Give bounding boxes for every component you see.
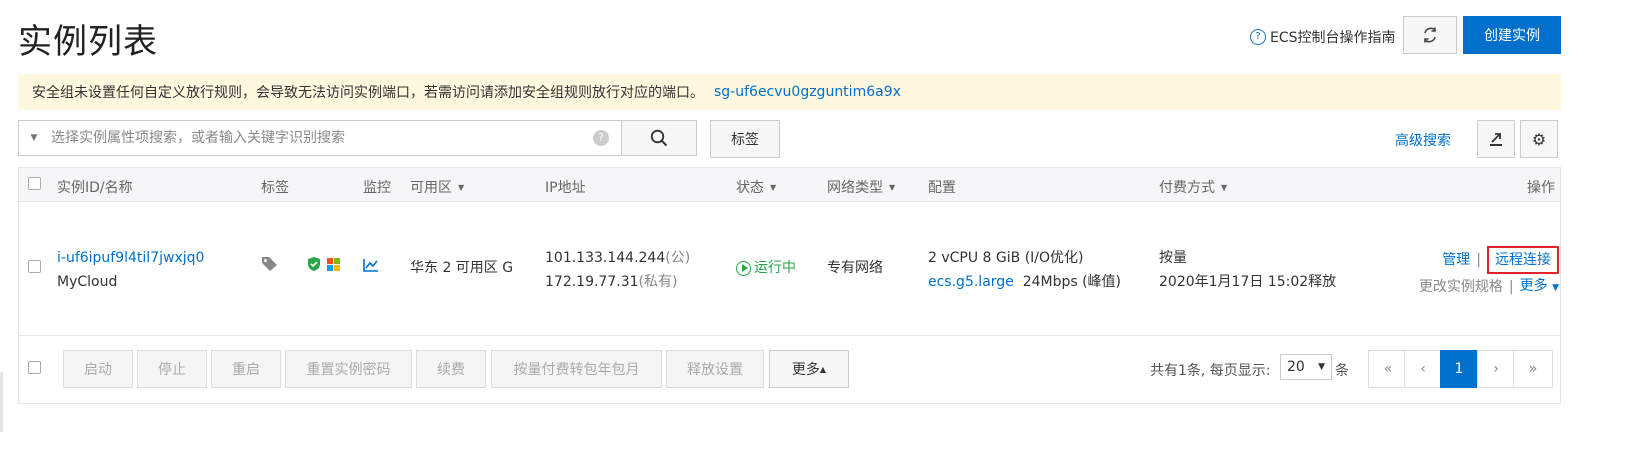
export-icon [1490,133,1502,146]
col-billing[interactable]: 付费方式 ▼ [1159,177,1227,197]
help-icon[interactable]: ? [593,130,609,146]
instance-id-link[interactable]: i-uf6ipuf9l4til7jwxjq0 [57,246,204,270]
tag-filter-button[interactable]: 标签 [710,120,780,158]
status-badge: 运行中 [736,256,796,280]
reset-password-button[interactable]: 重置实例密码 [285,350,412,388]
table-row: i-uf6ipuf9l4til7jwxjq0 MyCloud 华东 2 可用区 … [19,202,1560,336]
release-settings-button[interactable]: 释放设置 [666,350,764,388]
col-actions: 操作 [1527,180,1555,196]
remote-connect-link[interactable]: 远程连接 [1487,246,1559,274]
renew-button[interactable]: 续费 [416,350,486,388]
caret-down-icon: ▼ [1318,362,1325,372]
col-monitor: 监控 [363,180,391,196]
refresh-icon [1424,27,1436,43]
col-zone-label: 可用区 [410,180,452,196]
caret-down-icon: ▼ [1221,183,1228,192]
col-ip: IP地址 [545,180,586,196]
instance-type-link[interactable]: ecs.g5.large [928,274,1014,290]
release-time: 2020年1月17日 15:02释放 [1159,274,1337,290]
page-size-value: 20 [1287,359,1305,375]
refresh-button[interactable] [1403,16,1457,54]
col-network-label: 网络类型 [827,180,883,196]
guide-link[interactable]: ? ECS控制台操作指南 [1250,27,1396,47]
more-actions-dropdown[interactable]: 更多 ▼ [1520,274,1559,300]
caret-down-icon: ▼ [458,183,465,192]
col-zone[interactable]: 可用区 ▼ [410,177,464,197]
advanced-search-link[interactable]: 高级搜索 [1395,130,1451,150]
divider: | [1476,252,1481,268]
footer-select-all-checkbox[interactable] [28,361,41,374]
col-billing-label: 付费方式 [1159,180,1215,196]
row-checkbox[interactable] [28,260,41,273]
table-header: 实例ID/名称 标签 监控 可用区 ▼ IP地址 状态 ▼ 网络类型 ▼ 配置 付费方… [19,168,1560,202]
first-page-button[interactable]: « [1368,350,1408,388]
instance-name: MyCloud [57,274,118,290]
config-spec: 2 vCPU 8 GiB (I/O优化) [928,250,1084,266]
search-button[interactable] [621,120,697,156]
pager-unit: 条 [1335,363,1349,379]
last-page-button[interactable]: » [1513,350,1553,388]
next-page-button[interactable]: › [1477,350,1515,388]
caret-down-icon: ▼ [1552,283,1559,293]
page-title: 实例列表 [18,22,158,62]
question-circle-icon: ? [1250,29,1266,45]
col-tags: 标签 [261,180,289,196]
divider: | [1508,279,1514,295]
stop-button[interactable]: 停止 [137,350,207,388]
pager-total: 共有1条, 每页显示: [1150,363,1271,379]
col-id-name: 实例ID/名称 [57,180,133,196]
manage-link[interactable]: 管理 [1442,248,1470,272]
start-button[interactable]: 启动 [63,350,133,388]
search-box: ▼ ? [18,120,622,156]
export-button[interactable] [1477,120,1515,158]
network-type: 专有网络 [827,260,883,276]
gear-icon: ⚙ [1531,129,1547,149]
left-edge-handle [0,372,3,432]
status-text: 运行中 [754,260,796,276]
settings-button[interactable]: ⚙ [1520,120,1558,158]
search-icon [650,129,668,147]
play-circle-icon [736,260,751,276]
instance-table: 实例ID/名称 标签 监控 可用区 ▼ IP地址 状态 ▼ 网络类型 ▼ 配置 付费方… [18,167,1561,404]
public-ip-suffix: (公) [665,250,691,266]
caret-up-icon: ▲ [819,364,827,374]
prev-page-button[interactable]: ‹ [1404,350,1442,388]
col-network[interactable]: 网络类型 ▼ [827,177,895,197]
zone-value: 华东 2 可用区 G [410,260,514,276]
col-status-label: 状态 [736,180,764,196]
more-batch-label: 更多 [791,362,820,378]
restart-button[interactable]: 重启 [211,350,281,388]
caret-down-icon: ▼ [889,183,896,192]
private-ip: 172.19.77.31 [545,274,639,290]
guide-link-label: ECS控制台操作指南 [1270,30,1396,46]
more-actions-label: 更多 [1519,278,1548,294]
page-size-select[interactable]: 20 ▼ [1280,354,1332,380]
bandwidth: 24Mbps (峰值) [1022,274,1122,290]
change-spec-link[interactable]: 更改实例规格 [1419,275,1503,299]
convert-billing-button[interactable]: 按量付费转包年包月 [491,350,662,388]
col-status[interactable]: 状态 ▼ [736,177,776,197]
billing-type: 按量 [1159,250,1187,266]
more-batch-button[interactable]: 更多 ▲ [769,350,849,388]
windows-os-icon [327,256,341,280]
tag-icon[interactable] [261,256,279,280]
col-config: 配置 [928,180,956,196]
security-shield-icon[interactable] [307,256,321,280]
security-warning-bar: 安全组未设置任何自定义放行规则，会导致无法访问实例端口，若需访问请添加安全组规则… [18,74,1561,110]
warning-text: 安全组未设置任何自定义放行规则，会导致无法访问实例端口，若需访问请添加安全组规则… [32,85,704,101]
caret-down-icon: ▼ [770,183,777,192]
security-group-link[interactable]: sg-uf6ecvu0gzguntim6a9x [714,84,901,100]
caret-down-icon[interactable]: ▼ [19,133,49,143]
public-ip: 101.133.144.244 [545,250,666,266]
table-footer: 启动 停止 重启 重置实例密码 续费 按量付费转包年包月 释放设置 更多 ▲ 共有… [19,336,1560,404]
monitor-chart-icon[interactable] [363,256,379,280]
page-1-button[interactable]: 1 [1440,350,1478,388]
private-ip-suffix: (私有) [638,274,678,290]
search-input[interactable] [49,129,593,147]
create-instance-button[interactable]: 创建实例 [1463,16,1561,54]
select-all-checkbox[interactable] [28,177,41,190]
